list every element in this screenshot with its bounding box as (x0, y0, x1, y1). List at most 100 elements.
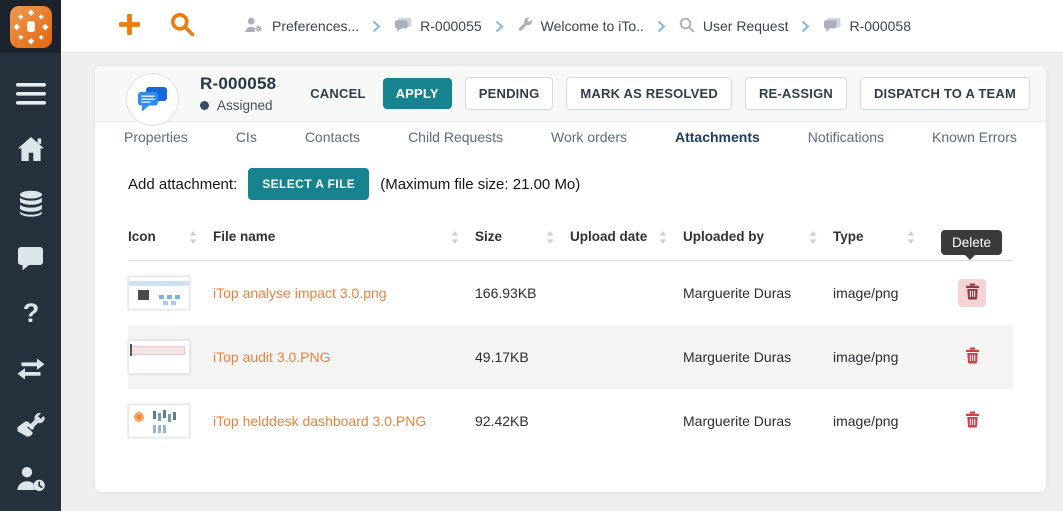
column-header-size: Size (475, 217, 570, 261)
file-name-link[interactable]: iTop helddesk dashboard 3.0.PNG (213, 413, 426, 429)
file-type: image/png (833, 389, 931, 453)
sort-icon[interactable] (451, 231, 459, 247)
column-header-type: Type (833, 217, 931, 261)
select-file-button[interactable]: SELECT A FILE (248, 168, 369, 200)
add-attachment-row: Add attachment: SELECT A FILE (Maximum f… (128, 168, 1013, 200)
tab-work-orders[interactable]: Work orders (527, 122, 651, 153)
sort-icon[interactable] (189, 231, 197, 247)
content-area: R-000058 Assigned CANCEL APPLY PENDING MARK… (61, 53, 1063, 511)
app-root: ? Preferences... R-000055 Welcome to iTo..… (0, 0, 1063, 511)
sidebar-item-menu-toggle[interactable] (11, 81, 51, 109)
delete-button[interactable] (958, 407, 986, 435)
tab-notifications[interactable]: Notifications (784, 122, 908, 153)
tab-child-requests[interactable]: Child Requests (384, 122, 527, 153)
home-icon (17, 136, 45, 165)
mark-as-resolved-button[interactable]: MARK AS RESOLVED (566, 77, 732, 110)
new-object-button[interactable] (109, 6, 149, 46)
sidebar: ? (0, 0, 61, 511)
table-row: iTop audit 3.0.PNG49.17KBMarguerite Dura… (128, 325, 1013, 389)
title-block: R-000058 Assigned (200, 74, 276, 113)
tab-bar: PropertiesCIsContactsChild RequestsWork … (95, 122, 1046, 153)
chevron-right-icon (372, 20, 381, 33)
breadcrumb-item-r-000058[interactable]: R-000058 (823, 17, 911, 35)
file-type: image/png (833, 325, 931, 389)
database-icon (18, 190, 44, 220)
pending-button[interactable]: PENDING (465, 77, 554, 110)
object-card-header: R-000058 Assigned CANCEL APPLY PENDING MARK… (95, 66, 1046, 122)
upload-date (570, 389, 683, 453)
dispatch-to-a-team-button[interactable]: DISPATCH TO A TEAM (860, 77, 1030, 110)
chat-icon (17, 246, 44, 274)
delete-tooltip: Delete (941, 230, 1002, 255)
chevron-right-icon (657, 20, 666, 33)
trash-icon (965, 411, 980, 431)
attachment-thumbnail[interactable] (128, 404, 190, 438)
cancel-button[interactable]: CANCEL (306, 78, 369, 109)
tab-known-errors[interactable]: Known Errors (908, 122, 1041, 153)
sidebar-item-home[interactable] (11, 136, 51, 164)
help-icon: ? (21, 300, 41, 331)
tab-attachments[interactable]: Attachments (651, 122, 784, 153)
status-badge: Assigned (217, 98, 273, 113)
sidebar-item-user-sessions[interactable] (11, 466, 51, 494)
breadcrumb-item-r-000055[interactable]: R-000055 (394, 17, 482, 35)
max-file-size-note: (Maximum file size: 21.00 Mo) (380, 176, 580, 193)
upload-date (570, 325, 683, 389)
re-assign-button[interactable]: RE-ASSIGN (745, 77, 847, 110)
main-area: Preferences... R-000055 Welcome to iTo.. Us… (61, 0, 1063, 511)
topbar: Preferences... R-000055 Welcome to iTo.. Us… (61, 0, 1063, 53)
delete-button[interactable] (958, 279, 986, 307)
file-type: image/png (833, 261, 931, 325)
attachments-panel: Add attachment: SELECT A FILE (Maximum f… (95, 153, 1046, 492)
sort-icon[interactable] (907, 231, 915, 247)
chat-bubble-icon (823, 17, 841, 35)
trash-icon (965, 347, 980, 367)
header-actions: CANCEL APPLY PENDING MARK AS RESOLVED RE-ASS… (306, 77, 1030, 110)
itop-logo[interactable] (0, 0, 61, 53)
breadcrumb-item-welcome-to-ito[interactable]: Welcome to iTo.. (517, 17, 644, 36)
wrench-icon (517, 17, 533, 36)
breadcrumb: Preferences... R-000055 Welcome to iTo.. Us… (245, 17, 911, 36)
sidebar-item-known-errors[interactable]: ? (11, 301, 51, 329)
table-row: iTop analyse impact 3.0.png 166.93KB Margu… (128, 261, 1013, 325)
search-small-icon (679, 17, 695, 36)
file-size: 92.42KB (475, 389, 570, 453)
column-header-uploaded-by: Uploaded by (683, 217, 833, 261)
uploaded-by: Marguerite Duras (683, 261, 833, 325)
object-card: R-000058 Assigned CANCEL APPLY PENDING MARK… (95, 66, 1046, 492)
sidebar-item-ongoing-changes[interactable] (11, 411, 51, 439)
status-dot (200, 101, 209, 110)
file-size: 166.93KB (475, 261, 570, 325)
tab-properties[interactable]: Properties (100, 122, 212, 153)
sidebar-item-helpdesk[interactable] (11, 246, 51, 274)
table-row: iTop helddesk dashboard 3.0.PNG 92.42KB Ma… (128, 389, 1013, 453)
svg-text:?: ? (22, 300, 39, 328)
plus-icon (117, 12, 142, 40)
column-header-upload-date: Upload date (570, 217, 683, 261)
apply-button[interactable]: APPLY (383, 78, 452, 109)
tab-cis[interactable]: CIs (212, 122, 281, 153)
chat-bubble-icon (394, 17, 412, 35)
user-clock-icon (16, 465, 46, 495)
file-name-link[interactable]: iTop analyse impact 3.0.png (213, 285, 387, 301)
global-search-button[interactable] (162, 6, 202, 46)
column-header-icon: Icon (128, 217, 213, 261)
tab-contacts[interactable]: Contacts (281, 122, 384, 153)
delete-button[interactable] (958, 343, 986, 371)
breadcrumb-item-preferences[interactable]: Preferences... (245, 17, 359, 36)
breadcrumb-item-user-request[interactable]: User Request (679, 17, 789, 36)
uploaded-by: Marguerite Duras (683, 389, 833, 453)
attachment-thumbnail[interactable] (128, 340, 190, 374)
attachment-thumbnail[interactable] (128, 276, 190, 310)
chat-bubbles-icon (137, 86, 168, 113)
menu-icon (16, 83, 46, 108)
sort-icon[interactable] (546, 231, 554, 247)
sort-icon[interactable] (659, 231, 667, 247)
page-title: R-000058 (200, 74, 276, 94)
sort-icon[interactable] (809, 231, 817, 247)
file-name-link[interactable]: iTop audit 3.0.PNG (213, 349, 331, 365)
sidebar-item-transfers[interactable] (11, 356, 51, 384)
sidebar-item-configuration-items[interactable] (11, 191, 51, 219)
chevron-right-icon (495, 20, 504, 33)
sidebar-nav: ? (0, 53, 61, 494)
